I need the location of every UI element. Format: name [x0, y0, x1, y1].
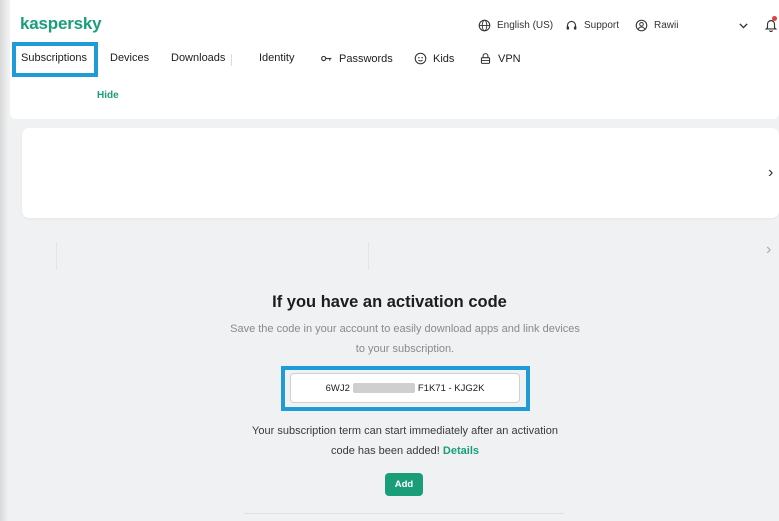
tab-downloads-label: Downloads: [171, 52, 226, 64]
faint-divider: [56, 242, 57, 270]
tab-vpn-label: VPN: [498, 52, 521, 65]
tab-kids[interactable]: Kids: [414, 52, 454, 65]
subscriptions-tab-highlight: [12, 42, 98, 77]
hide-link[interactable]: Hide: [97, 90, 119, 101]
tab-vpn[interactable]: VPN: [479, 52, 521, 65]
user-icon: [635, 19, 648, 32]
kaspersky-logo[interactable]: kaspersky: [20, 14, 102, 34]
nav-divider: [231, 54, 232, 66]
faint-divider: [368, 242, 369, 270]
chevron-right-icon[interactable]: ›: [766, 241, 771, 259]
key-icon: [321, 55, 332, 62]
tab-downloads[interactable]: Downloads: [171, 52, 225, 64]
activation-description: Save the code in your account to easily …: [230, 323, 580, 355]
subscription-term-note: Your subscription term can start immedia…: [240, 421, 570, 461]
top-bar: [10, 0, 779, 82]
subscription-summary-card: [10, 82, 779, 119]
globe-icon: [478, 19, 491, 32]
kids-face-icon: [414, 52, 427, 65]
term-text: Your subscription term can start immedia…: [252, 425, 558, 457]
chevron-right-icon[interactable]: ›: [768, 164, 773, 182]
tab-identity[interactable]: Identity: [259, 52, 294, 64]
vpn-lock-icon: [480, 53, 491, 64]
tab-devices-label: Devices: [110, 52, 150, 64]
tab-kids-label: Kids: [433, 52, 455, 65]
notification-badge: [772, 16, 777, 21]
support-label: Support: [584, 20, 620, 31]
add-button[interactable]: Add: [385, 473, 423, 496]
tab-identity-label: Identity: [259, 52, 295, 64]
user-name: Rawii: [654, 20, 679, 31]
tab-passwords-label: Passwords: [339, 52, 393, 65]
activation-code-highlight: [281, 366, 530, 411]
collapsed-card[interactable]: [22, 128, 779, 218]
tab-passwords[interactable]: Passwords: [320, 52, 393, 65]
language-label: English (US): [497, 20, 554, 31]
window-edge: [0, 0, 8, 521]
support-link[interactable]: Support: [565, 19, 619, 32]
language-selector[interactable]: English (US): [478, 19, 553, 32]
tab-devices[interactable]: Devices: [110, 52, 149, 64]
details-link[interactable]: Details: [443, 445, 479, 457]
account-menu[interactable]: Rawii: [635, 19, 678, 32]
activation-title: If you have an activation code: [272, 293, 507, 311]
account-dropdown-toggle[interactable]: [737, 19, 750, 32]
chevron-down-icon: [739, 23, 748, 29]
section-divider: [244, 513, 564, 514]
headset-icon: [566, 20, 577, 30]
